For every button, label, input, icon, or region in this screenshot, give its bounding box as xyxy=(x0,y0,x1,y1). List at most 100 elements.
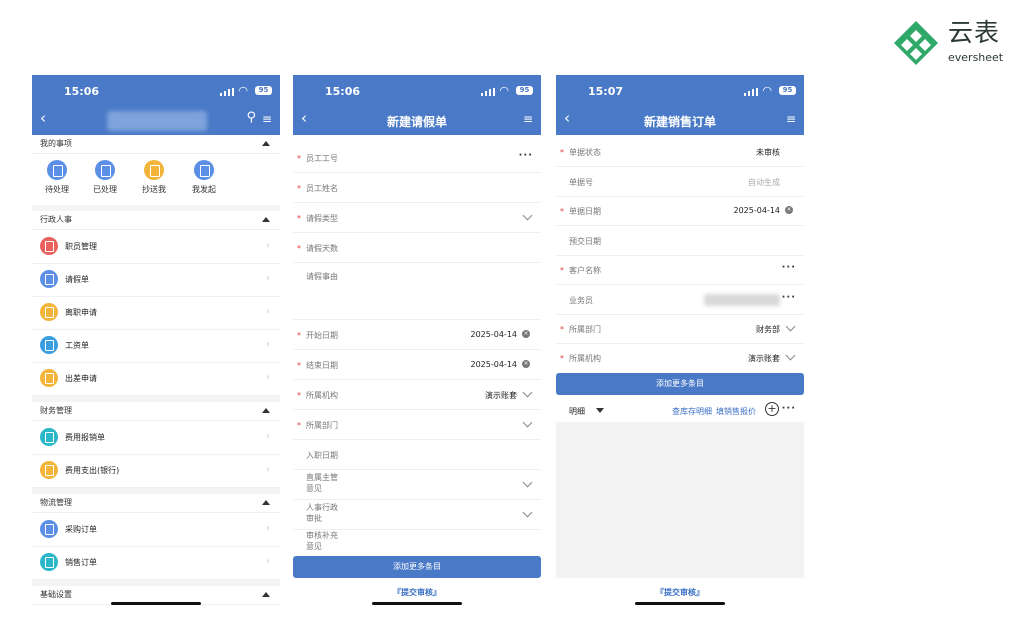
chevron-down-icon[interactable] xyxy=(785,350,796,361)
payroll-icon xyxy=(40,336,58,354)
field-doc-no[interactable]: 单据号 自动生成 xyxy=(556,167,804,197)
staff-icon xyxy=(40,237,58,255)
chevron-down-icon[interactable] xyxy=(522,507,533,518)
fill-price-link[interactable]: 填销售报价 xyxy=(716,406,756,417)
field-emp-name[interactable]: * 员工姓名 xyxy=(293,173,541,203)
initiated-icon xyxy=(194,160,214,180)
field-placeholder: 自动生成 xyxy=(748,178,780,187)
chevron-right-icon: › xyxy=(266,431,270,442)
submit-button[interactable]: 『提交审核』 xyxy=(556,587,804,598)
quick-pending[interactable]: 待处理 xyxy=(32,160,82,195)
purchase-order-icon xyxy=(40,520,58,538)
field-end-date[interactable]: * 结束日期 2025-04-14 × xyxy=(293,350,541,380)
battery-indicator: 95 xyxy=(255,86,272,95)
menu-item-resign[interactable]: 离职申请 › xyxy=(32,297,280,330)
quick-cc[interactable]: 抄送我 xyxy=(129,160,179,195)
field-org[interactable]: * 所属机构 演示账套 xyxy=(293,380,541,410)
collapse-icon[interactable] xyxy=(262,592,270,597)
clear-icon[interactable]: × xyxy=(785,206,793,214)
submit-button[interactable]: 『提交审核』 xyxy=(293,587,541,598)
cc-icon xyxy=(144,160,164,180)
quick-initiated[interactable]: 我发起 xyxy=(179,160,229,195)
field-start-date[interactable]: * 开始日期 2025-04-14 × xyxy=(293,320,541,350)
field-org[interactable]: * 所属机构 演示账套 xyxy=(556,343,804,372)
home-indicator[interactable] xyxy=(635,602,725,605)
add-circle-icon[interactable]: + xyxy=(765,402,779,416)
section-my-items[interactable]: 我的事项 xyxy=(32,135,280,154)
phone-app-home: 15:06 ◠ 95 ‹ ⚲ ≡ 我的事项 待处理 已处理 抄送我 我发起 行政… xyxy=(32,75,280,607)
more-dots-icon[interactable]: ··· xyxy=(782,403,796,414)
menu-item-travel[interactable]: 出差申请 › xyxy=(32,363,280,396)
field-label: 所属机构 xyxy=(569,354,601,363)
stock-detail-link[interactable]: 查库存明细 xyxy=(672,406,712,417)
field-salesman[interactable]: 业务员 ··· xyxy=(556,285,804,315)
field-customer[interactable]: * 客户名称 ··· xyxy=(556,255,804,285)
collapse-icon[interactable] xyxy=(262,408,270,413)
field-join-date[interactable]: 入职日期 xyxy=(293,440,541,470)
chevron-down-icon[interactable] xyxy=(522,477,533,488)
collapse-icon[interactable] xyxy=(262,141,270,146)
more-dots-icon[interactable]: ··· xyxy=(519,150,533,161)
field-leave-days[interactable]: * 请假天数 xyxy=(293,233,541,263)
clear-icon[interactable]: × xyxy=(522,360,530,368)
menu-item-payroll[interactable]: 工资单 › xyxy=(32,330,280,363)
field-label: 单据号 xyxy=(569,178,593,187)
menu-item-expense[interactable]: 费用报销单 › xyxy=(32,422,280,455)
wifi-icon: ◠ xyxy=(499,84,509,97)
chevron-down-icon[interactable] xyxy=(522,417,533,428)
field-value: 2025-04-14 xyxy=(733,206,781,215)
menu-icon[interactable]: ≡ xyxy=(786,112,796,126)
collapse-icon[interactable] xyxy=(262,500,270,505)
chevron-down-icon[interactable] xyxy=(785,321,796,332)
field-doc-date[interactable]: * 单据日期 2025-04-14 × xyxy=(556,196,804,226)
menu-item-staff[interactable]: 职员管理 › xyxy=(32,231,280,264)
back-button[interactable]: ‹ xyxy=(40,110,46,126)
menu-item-leave[interactable]: 请假单 › xyxy=(32,264,280,297)
quick-label: 待处理 xyxy=(45,185,69,194)
menu-item-label: 工资单 xyxy=(65,341,89,350)
menu-item-sales-order[interactable]: 销售订单 › xyxy=(32,547,280,580)
field-label: 业务员 xyxy=(569,296,593,305)
section-logistics[interactable]: 物流管理 xyxy=(32,494,280,513)
home-indicator[interactable] xyxy=(111,602,201,605)
home-indicator[interactable] xyxy=(372,602,462,605)
more-dots-icon[interactable]: ··· xyxy=(782,262,796,273)
more-dots-icon[interactable]: ··· xyxy=(782,292,796,303)
field-status[interactable]: * 单据状态 未审核 xyxy=(556,137,804,167)
collapse-icon[interactable] xyxy=(262,217,270,222)
field-hr-approval[interactable]: 人事行政 审批 xyxy=(293,500,541,530)
clear-icon[interactable]: × xyxy=(522,330,530,338)
blurred-value xyxy=(704,294,780,306)
signal-icon xyxy=(220,88,234,96)
field-label: 人事行政 审批 xyxy=(306,503,338,523)
chevron-right-icon: › xyxy=(266,464,270,475)
field-value: 演示账套 xyxy=(748,354,780,363)
field-pre-date[interactable]: 预交日期 xyxy=(556,226,804,256)
caret-down-icon[interactable] xyxy=(596,408,604,413)
field-emp-no[interactable]: * 员工工号 ··· xyxy=(293,143,541,173)
chevron-down-icon[interactable] xyxy=(522,210,533,221)
field-dept[interactable]: * 所属部门 财务部 xyxy=(556,314,804,344)
chevron-right-icon: › xyxy=(266,556,270,567)
menu-item-purchase-order[interactable]: 采购订单 › xyxy=(32,514,280,547)
required-mark: * xyxy=(297,154,301,163)
menu-icon[interactable]: ≡ xyxy=(523,112,533,126)
section-finance[interactable]: 财务管理 xyxy=(32,402,280,421)
leave-icon xyxy=(40,270,58,288)
chevron-down-icon[interactable] xyxy=(522,387,533,398)
menu-item-bank-expense[interactable]: 费用支出(银行) › xyxy=(32,455,280,488)
add-more-button[interactable]: 添加更多条目 xyxy=(293,556,541,578)
search-icon[interactable]: ⚲ xyxy=(246,111,256,125)
field-label: 所属部门 xyxy=(306,421,338,430)
add-more-button[interactable]: 添加更多条目 xyxy=(556,373,804,395)
field-mgr-opinion[interactable]: 直属主管 意见 xyxy=(293,470,541,500)
field-reason[interactable]: 请假事由 xyxy=(293,263,541,320)
section-title: 我的事项 xyxy=(40,139,72,148)
menu-icon[interactable]: ≡ xyxy=(262,112,272,126)
quick-done[interactable]: 已处理 xyxy=(80,160,130,195)
field-review-note[interactable]: 审核补充 意见 xyxy=(293,530,541,556)
field-leave-type[interactable]: * 请假类型 xyxy=(293,203,541,233)
field-dept[interactable]: * 所属部门 xyxy=(293,410,541,440)
section-hr[interactable]: 行政人事 xyxy=(32,211,280,230)
section-title: 物流管理 xyxy=(40,498,72,507)
